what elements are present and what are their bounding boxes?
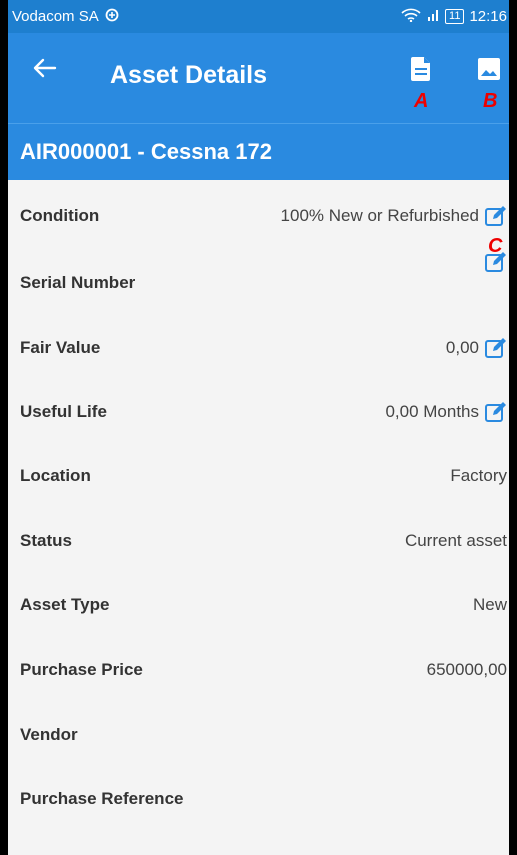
detail-row-useful-life: Useful Life 0,00 Months bbox=[8, 380, 509, 444]
arrow-left-icon bbox=[33, 58, 57, 83]
back-button[interactable] bbox=[30, 55, 60, 85]
row-label: Asset Type bbox=[20, 595, 110, 614]
detail-row-purchase-reference: Purchase Reference bbox=[8, 767, 509, 831]
detail-row-serial-number: Serial Number bbox=[8, 251, 509, 315]
document-icon bbox=[410, 56, 432, 87]
row-value: New bbox=[472, 595, 507, 614]
edit-icon[interactable] bbox=[485, 251, 507, 273]
row-label: Condition bbox=[20, 206, 100, 225]
row-value: Current asset bbox=[404, 531, 507, 550]
row-label: Status bbox=[20, 531, 72, 550]
edit-icon[interactable] bbox=[485, 205, 507, 227]
signal-icon bbox=[426, 8, 440, 26]
detail-row-asset-type: Asset Type New bbox=[8, 573, 509, 637]
edit-icon[interactable] bbox=[485, 401, 507, 423]
annotation-b: B bbox=[483, 90, 498, 112]
row-label: Serial Number bbox=[20, 273, 136, 292]
page-title: Asset Details bbox=[110, 61, 268, 89]
detail-row-status: Status Current asset bbox=[8, 509, 509, 573]
row-value: 0,00 bbox=[445, 338, 479, 357]
row-label: Location bbox=[20, 466, 91, 485]
image-button[interactable] bbox=[474, 55, 504, 87]
row-label: Purchase Price bbox=[20, 660, 143, 679]
row-label: Vendor bbox=[20, 725, 78, 744]
detail-row-fair-value: Fair Value 0,00 bbox=[8, 316, 509, 380]
wifi-icon bbox=[401, 8, 421, 26]
document-button[interactable] bbox=[406, 55, 436, 87]
detail-row-location: Location Factory bbox=[8, 444, 509, 508]
status-bar: Vodacom SA 11 12:16 bbox=[8, 0, 509, 33]
detail-row-vendor: Vendor bbox=[8, 703, 509, 767]
row-value: 650000,00 bbox=[426, 660, 507, 679]
detail-row-purchase-price: Purchase Price 650000,00 bbox=[8, 638, 509, 702]
row-value: 0,00 Months bbox=[385, 402, 479, 421]
clock-label: 12:16 bbox=[469, 8, 507, 25]
row-value: 100% New or Refurbished bbox=[280, 206, 479, 225]
asset-title: AIR000001 - Cessna 172 bbox=[20, 139, 272, 164]
asset-header: AIR000001 - Cessna 172 bbox=[8, 123, 509, 180]
detail-row-condition: Condition 100% New or Refurbished bbox=[8, 184, 509, 248]
annotation-a: A bbox=[414, 90, 429, 112]
phone-screen: Vodacom SA 11 12:16 Asset Details A B AI… bbox=[8, 0, 509, 855]
image-icon bbox=[477, 57, 501, 86]
edit-icon[interactable] bbox=[485, 337, 507, 359]
row-label: Fair Value bbox=[20, 338, 101, 357]
app-bar: Asset Details A B bbox=[8, 33, 509, 123]
row-label: Purchase Reference bbox=[20, 789, 184, 808]
notification-icon bbox=[105, 8, 119, 26]
battery-indicator: 11 bbox=[445, 9, 465, 24]
row-value: Factory bbox=[450, 466, 507, 485]
carrier-label: Vodacom SA bbox=[12, 8, 99, 25]
row-label: Useful Life bbox=[20, 402, 107, 421]
